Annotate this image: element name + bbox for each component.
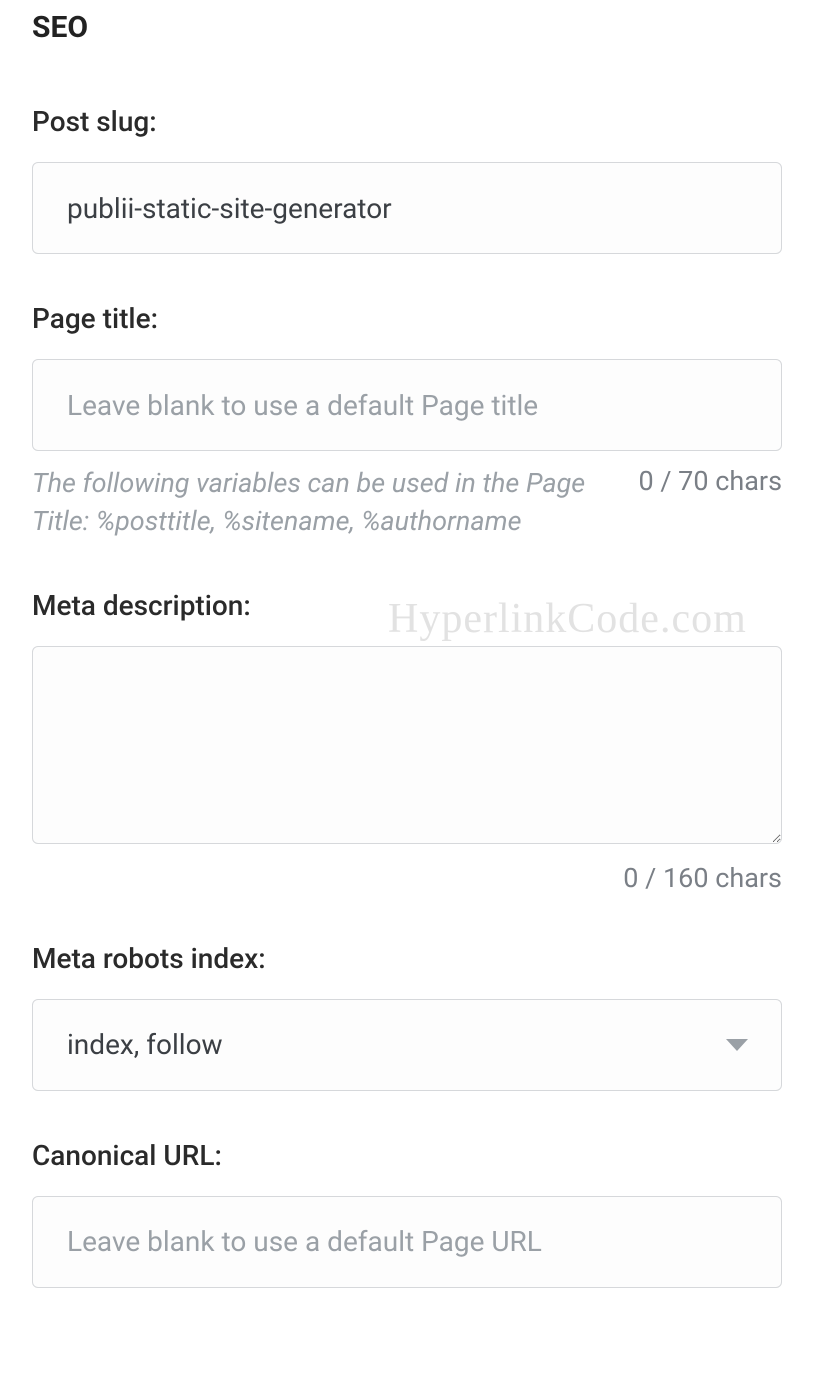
page-title-help: The following variables can be used in t…	[32, 465, 608, 541]
meta-description-field: Meta description: 0 / 160 chars	[32, 589, 782, 894]
meta-description-char-count: 0 / 160 chars	[32, 862, 782, 894]
post-slug-input[interactable]	[32, 162, 782, 254]
page-title-input[interactable]	[32, 359, 782, 451]
meta-robots-field: Meta robots index: index, follow	[32, 942, 782, 1091]
meta-description-label: Meta description:	[32, 589, 782, 622]
canonical-url-label: Canonical URL:	[32, 1139, 782, 1172]
post-slug-field: Post slug:	[32, 105, 782, 254]
meta-robots-label: Meta robots index:	[32, 942, 782, 975]
post-slug-label: Post slug:	[32, 105, 782, 138]
meta-robots-select[interactable]: index, follow	[32, 999, 782, 1091]
page-title-label: Page title:	[32, 302, 782, 335]
page-title-field: Page title: The following variables can …	[32, 302, 782, 541]
canonical-url-field: Canonical URL:	[32, 1139, 782, 1288]
page-title-char-count: 0 / 70 chars	[638, 465, 782, 497]
canonical-url-input[interactable]	[32, 1196, 782, 1288]
meta-description-input[interactable]	[32, 646, 782, 844]
section-heading: SEO	[32, 10, 782, 45]
